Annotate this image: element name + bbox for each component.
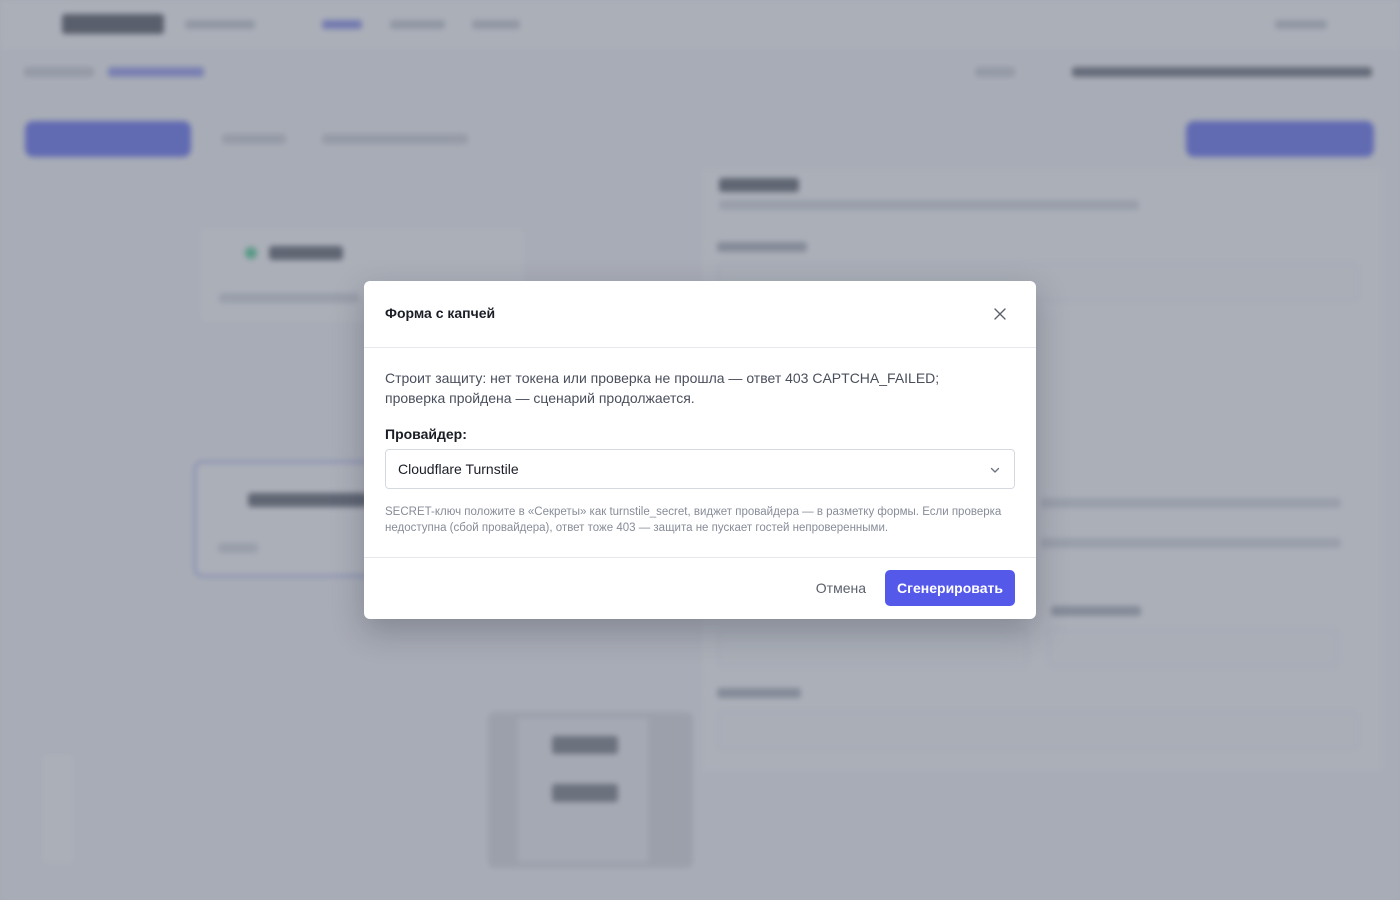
captcha-form-dialog: Форма с капчей Строит защиту: нет токена… [364, 281, 1036, 619]
provider-hint: SECRET-ключ положите в «Секреты» как tur… [385, 506, 1002, 534]
chevron-down-icon [990, 467, 1000, 473]
cancel-button[interactable]: Отмена [814, 570, 868, 606]
dialog-description: Строит защиту: нет токена или проверка н… [385, 370, 940, 406]
dialog-body: Строит защиту: нет токена или проверка н… [364, 348, 1036, 536]
dialog-footer: Отмена Сгенерировать [364, 557, 1036, 619]
generate-button[interactable]: Сгенерировать [885, 570, 1015, 606]
provider-label: Провайдер: [385, 426, 467, 442]
close-icon [994, 308, 1006, 320]
dialog-header: Форма с капчей [364, 281, 1036, 348]
close-button[interactable] [990, 304, 1010, 324]
provider-select-value: Cloudflare Turnstile [398, 461, 519, 477]
dialog-title: Форма с капчей [385, 305, 496, 321]
provider-select[interactable]: Cloudflare Turnstile [385, 449, 1015, 489]
